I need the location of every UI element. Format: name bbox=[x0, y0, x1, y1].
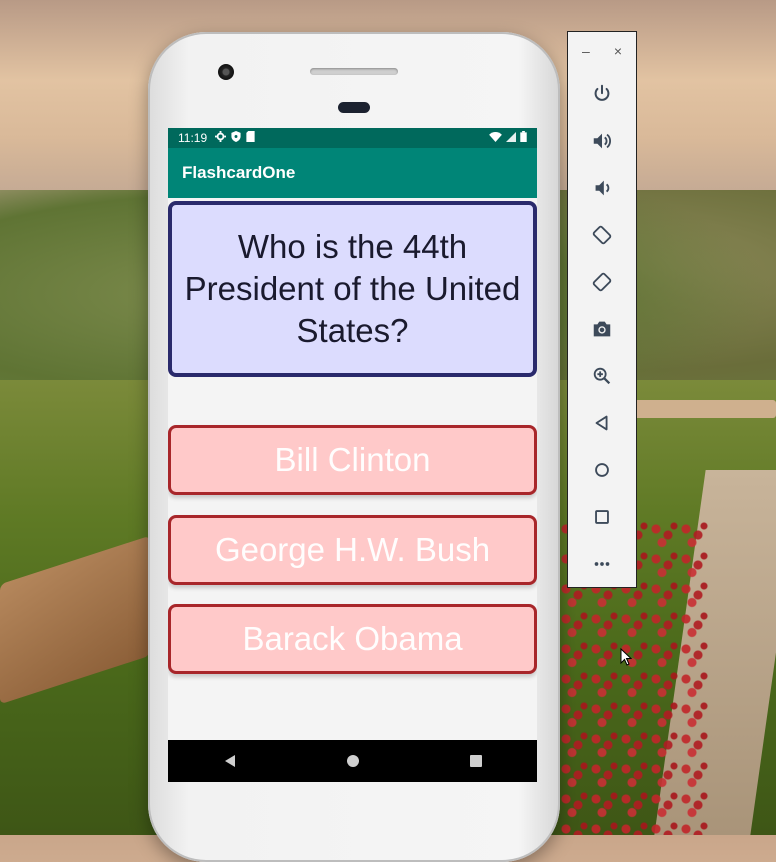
minimize-button[interactable]: – bbox=[582, 43, 590, 59]
answer-label: Barack Obama bbox=[242, 620, 463, 657]
toolbar-window-controls: – × bbox=[568, 32, 636, 70]
shield-icon bbox=[231, 131, 241, 145]
answer-label: Bill Clinton bbox=[274, 441, 431, 478]
background-fence bbox=[620, 400, 776, 418]
recents-square-icon bbox=[469, 755, 482, 767]
navigation-bar bbox=[168, 740, 537, 782]
phone-screen: 11:19 FlashcardOne Who is the 44th Presi… bbox=[168, 128, 537, 782]
status-bar: 11:19 bbox=[168, 128, 537, 148]
nav-recents-button[interactable] bbox=[456, 741, 496, 781]
settings-icon bbox=[215, 131, 227, 145]
phone-frame: 11:19 FlashcardOne Who is the 44th Presi… bbox=[148, 32, 560, 862]
home-icon bbox=[595, 462, 609, 477]
more-icon bbox=[594, 561, 610, 566]
earpiece-speaker bbox=[310, 68, 398, 75]
volume-down-button[interactable] bbox=[568, 164, 636, 211]
close-button[interactable]: × bbox=[614, 43, 622, 59]
back-triangle-icon bbox=[224, 755, 235, 767]
rotate-right-button[interactable] bbox=[568, 258, 636, 305]
signal-icon bbox=[506, 131, 516, 145]
emulator-toolbar: – × bbox=[567, 31, 637, 588]
question-text: Who is the 44th President of the United … bbox=[184, 228, 521, 349]
front-camera bbox=[218, 64, 234, 80]
volume-up-icon bbox=[593, 133, 611, 148]
rotate-left-icon bbox=[592, 225, 612, 244]
app-bar: FlashcardOne bbox=[168, 148, 537, 198]
overview-button[interactable] bbox=[568, 493, 636, 540]
mouse-cursor-icon bbox=[620, 648, 632, 666]
rotate-left-button[interactable] bbox=[568, 211, 636, 258]
sd-card-icon bbox=[246, 131, 255, 145]
app-title: FlashcardOne bbox=[182, 163, 296, 182]
answer-option-1[interactable]: Bill Clinton bbox=[168, 425, 537, 495]
status-time: 11:19 bbox=[178, 131, 208, 145]
proximity-sensor bbox=[338, 102, 370, 113]
volume-down-icon bbox=[595, 180, 610, 195]
answer-option-2[interactable]: George H.W. Bush bbox=[168, 515, 537, 585]
nav-home-button[interactable] bbox=[333, 741, 373, 781]
answer-option-3[interactable]: Barack Obama bbox=[168, 604, 537, 674]
back-button[interactable] bbox=[568, 399, 636, 446]
screenshot-button[interactable] bbox=[568, 305, 636, 352]
power-icon bbox=[594, 84, 610, 101]
zoom-button[interactable] bbox=[568, 352, 636, 399]
camera-icon bbox=[593, 321, 611, 336]
zoom-icon bbox=[593, 367, 611, 384]
home-circle-icon bbox=[346, 755, 359, 767]
wifi-icon bbox=[489, 131, 502, 145]
nav-back-button[interactable] bbox=[210, 741, 250, 781]
answer-label: George H.W. Bush bbox=[214, 531, 491, 568]
rotate-right-icon bbox=[592, 272, 612, 291]
battery-icon bbox=[520, 131, 527, 145]
question-card[interactable]: Who is the 44th President of the United … bbox=[168, 201, 537, 377]
home-button[interactable] bbox=[568, 446, 636, 493]
back-icon bbox=[595, 415, 608, 430]
overview-icon bbox=[595, 509, 609, 524]
power-button[interactable] bbox=[568, 70, 636, 117]
more-button[interactable] bbox=[568, 540, 636, 587]
volume-up-button[interactable] bbox=[568, 117, 636, 164]
